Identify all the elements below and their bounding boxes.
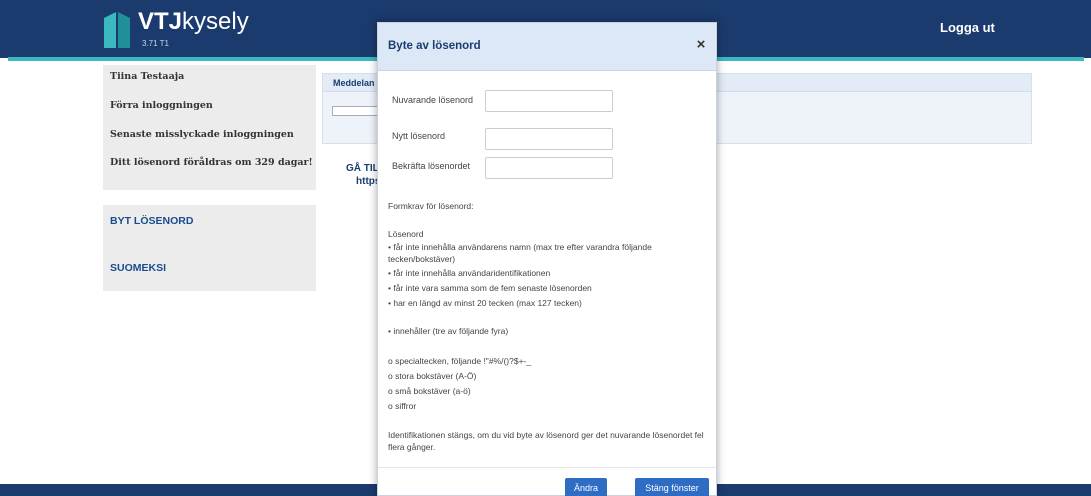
close-window-button[interactable]: Stäng fönster	[635, 478, 709, 496]
brand-name: VTJkysely	[138, 8, 249, 35]
lockout-note: Identifikationen stängs, om du vid byte …	[388, 430, 704, 452]
logout-link[interactable]: Logga ut	[940, 20, 995, 35]
finnish-language-link[interactable]: SUOMEKSI	[110, 262, 166, 274]
requirement-rule: • får inte innehålla användarens namn (m…	[388, 242, 652, 264]
requirement-option: o stora bokstäver (A-Ö)	[388, 371, 477, 381]
requirement-option: o siffror	[388, 401, 417, 411]
sidebar-links-panel: BYT LÖSENORD SUOMEKSI	[103, 205, 316, 291]
dialog-title: Byte av lösenord	[388, 40, 481, 52]
requirement-rule: • innehåller (tre av följande fyra)	[388, 326, 509, 336]
current-password-label: Nuvarande lösenord	[392, 95, 474, 105]
user-info-panel: Tiina Testaaja Förra inloggningen Senast…	[103, 65, 316, 190]
change-button[interactable]: Ändra	[565, 478, 607, 496]
requirement-option: o små bokstäver (a-ö)	[388, 386, 471, 396]
requirement-rule: • får inte vara samma som de fem senaste…	[388, 283, 592, 293]
version-label: 3.71 T1	[142, 39, 169, 48]
current-password-input[interactable]	[485, 90, 613, 112]
requirement-rule: • får inte innehålla användaridentifikat…	[388, 268, 551, 278]
confirm-password-input[interactable]	[485, 157, 613, 179]
requirement-option: o specialtecken, följande !"#%/()?$+-_	[388, 356, 532, 366]
messages-title: Meddelan	[333, 78, 375, 88]
close-icon[interactable]: ×	[694, 37, 708, 52]
requirements-subheading: Lösenord	[388, 229, 424, 239]
vtj-logo: VTJkysely 3.71 T1	[102, 8, 252, 54]
change-password-dialog: Byte av lösenord × Nuvarande lösenord Ny…	[377, 22, 717, 496]
last-failed-login-label: Senaste misslyckade inloggningen	[110, 129, 294, 140]
new-password-input[interactable]	[485, 128, 613, 150]
dialog-footer: Ändra Stäng fönster	[378, 467, 716, 496]
page: VTJkysely 3.71 T1 Logga ut Tiina Testaaj…	[0, 0, 1091, 496]
change-password-link[interactable]: BYT LÖSENORD	[110, 215, 193, 227]
user-name: Tiina Testaaja	[110, 71, 185, 82]
requirement-rule: • har en längd av minst 20 tecken (max 1…	[388, 298, 582, 308]
new-password-label: Nytt lösenord	[392, 131, 446, 141]
last-login-label: Förra inloggningen	[110, 100, 213, 111]
go-to-link[interactable]: GÅ TIL	[346, 163, 379, 174]
vtj-logo-icon	[104, 12, 130, 48]
password-expiry-notice: Ditt lösenord föråldras om 329 dagar!	[110, 157, 313, 168]
dialog-header: Byte av lösenord ×	[378, 23, 716, 71]
confirm-password-label: Bekräfta lösenordet	[392, 161, 471, 171]
requirements-heading: Formkrav för lösenord:	[388, 201, 474, 211]
